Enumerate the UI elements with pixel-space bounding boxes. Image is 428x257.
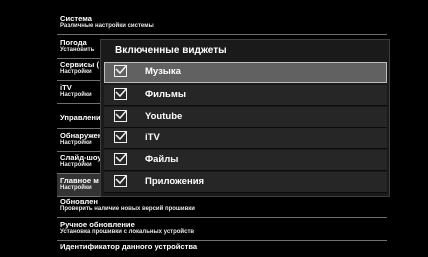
widget-option-itv[interactable]: iTV bbox=[104, 128, 387, 149]
enabled-widgets-dialog: Включенные виджеты Музыка Фильмы Youtube… bbox=[100, 39, 390, 197]
checkbox-checked-icon[interactable] bbox=[114, 153, 127, 165]
setting-title: Идентификатор данного устройства bbox=[60, 242, 198, 251]
checkbox-checked-icon[interactable] bbox=[114, 175, 127, 187]
setting-title: Сервисы ( bbox=[60, 60, 100, 69]
setting-title: Управлени bbox=[60, 113, 101, 122]
widget-option-files[interactable]: Файлы bbox=[104, 150, 387, 171]
widget-option-label: iTV bbox=[145, 132, 160, 143]
setting-description: Настройки bbox=[60, 92, 92, 98]
setting-title: Слайд-шоу bbox=[60, 153, 102, 162]
setting-description: Настройки bbox=[60, 162, 92, 168]
checkbox-checked-icon[interactable] bbox=[114, 88, 127, 100]
dialog-title: Включенные виджеты bbox=[115, 45, 227, 56]
widget-option-music[interactable]: Музыка bbox=[104, 62, 387, 83]
setting-title: iTV bbox=[60, 83, 72, 92]
checkbox-checked-icon[interactable] bbox=[114, 110, 127, 122]
setting-description: Установить bbox=[60, 47, 95, 53]
checkbox-checked-icon[interactable] bbox=[114, 65, 127, 77]
setting-title: Обновлен bbox=[60, 197, 98, 206]
widget-option-label: Файлы bbox=[145, 154, 179, 165]
setting-item-update[interactable]: Обновлен Проверить наличие новых версий … bbox=[57, 195, 387, 218]
setting-description: Настройки bbox=[60, 185, 92, 191]
setting-title: Обнаружен bbox=[60, 131, 103, 140]
widget-option-label: Приложения bbox=[145, 176, 205, 187]
setting-item-system[interactable]: Система Различные настройки системы bbox=[57, 12, 387, 35]
widget-option-label: Youtube bbox=[145, 111, 183, 122]
widget-option-label: Музыка bbox=[145, 66, 181, 77]
setting-title: Система bbox=[60, 14, 92, 23]
widget-option-youtube[interactable]: Youtube bbox=[104, 107, 387, 128]
setting-description: Различные настройки системы bbox=[60, 23, 154, 29]
widget-option-apps[interactable]: Приложения bbox=[104, 172, 387, 193]
setting-title: Погода bbox=[60, 38, 87, 47]
setting-item-device-id[interactable]: Идентификатор данного устройства bbox=[57, 235, 387, 257]
widget-option-movies[interactable]: Фильмы bbox=[104, 85, 387, 106]
widget-option-label: Фильмы bbox=[145, 89, 186, 100]
settings-screen: Система Различные настройки системы Пого… bbox=[0, 0, 428, 251]
checkbox-checked-icon[interactable] bbox=[114, 131, 127, 143]
setting-description: Проверить наличие новых версий прошивки bbox=[60, 206, 195, 212]
setting-title: Ручное обновление bbox=[60, 220, 135, 229]
setting-description: Настройки bbox=[60, 69, 92, 75]
setting-title: Главное м bbox=[60, 176, 99, 185]
setting-description: Настройки bbox=[60, 140, 92, 146]
